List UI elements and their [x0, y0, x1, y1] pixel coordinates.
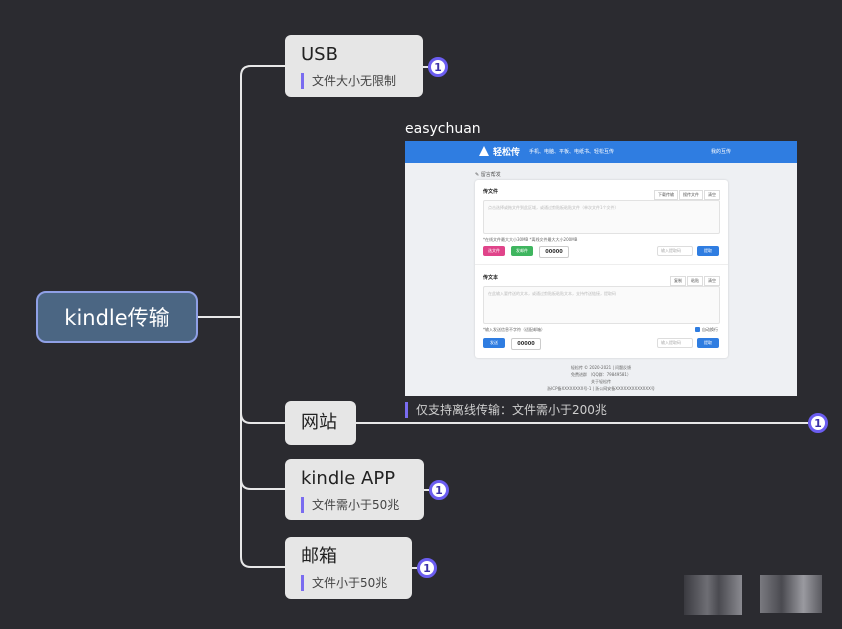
- file-dropzone: 点击选择或拖文件到此区域，或通过剪贴板粘贴文件（单次文件1个文件）: [483, 200, 720, 234]
- site-logo: 轻松传: [479, 145, 520, 158]
- text-limit-text: *输入发送信息不字符（适配邮箱）: [483, 327, 545, 332]
- text-get-button: 提取: [697, 338, 719, 348]
- text-tab-2: 清空: [704, 276, 720, 286]
- file-code: 00000: [539, 246, 569, 258]
- site-hint: ✎ 留言帮发: [475, 172, 501, 178]
- site-nav-right: 我的互传: [710, 149, 731, 155]
- node-usb[interactable]: USB 文件大小无限制: [285, 35, 423, 97]
- checkbox-icon: [695, 327, 700, 332]
- website-note: 仅支持离线传输：文件需小于200兆: [405, 402, 607, 418]
- node-kindle-app[interactable]: kindle APP 文件需小于50兆: [285, 459, 424, 520]
- kindle-app-link-badge-count: 1: [435, 483, 443, 497]
- node-website-title: 网站: [301, 412, 337, 433]
- file-select-button: 选文件: [483, 246, 505, 256]
- file-get-button: 提取: [697, 246, 719, 256]
- site-footer-1: 免费进群 （QQ群：79849581）: [571, 372, 631, 377]
- usb-link-badge-count: 1: [434, 60, 442, 74]
- auto-wrap-check: 自动换行: [695, 327, 718, 333]
- connector-mail: [240, 317, 285, 568]
- website-link-badge[interactable]: 1: [808, 413, 828, 433]
- text-area: 在此输入要传送的文本，或通过剪贴板粘贴文本，支持传送链接，提取码: [483, 286, 720, 324]
- site-footer-2: 关于轻松传: [591, 379, 611, 384]
- text-section-tabs: 复制 粘贴 清空: [670, 276, 720, 286]
- file-limit-text: *在线文件最大大小30MB *离线文件最大大小200MB: [483, 237, 578, 242]
- root-node[interactable]: kindle传输: [36, 291, 198, 343]
- kindle-app-link-badge[interactable]: 1: [429, 480, 449, 500]
- text-tab-0: 复制: [670, 276, 686, 286]
- sailboat-icon: [479, 146, 489, 156]
- text-code-input: 输入提取码: [657, 338, 693, 348]
- site-card: 传文件 下载传输 搜传文件 清空 点击选择或拖文件到此区域，或通过剪贴板粘贴文件…: [475, 180, 728, 358]
- file-tab-2: 清空: [704, 190, 720, 200]
- connector-usb: [240, 65, 285, 317]
- site-footer-3: 浙ICP备XXXXXXXX号-1 | 浙公网安备XXXXXXXXXXXXX号: [547, 386, 655, 391]
- mail-link-badge-count: 1: [423, 561, 431, 575]
- text-section-title: 传文本: [483, 275, 499, 281]
- site-footer-0: 轻松传 © 2020-2021 | 问题反馈: [570, 365, 632, 370]
- file-section-title: 传文件: [483, 189, 499, 195]
- node-mail[interactable]: 邮箱 文件小于50兆: [285, 537, 412, 599]
- auto-wrap-label: 自动换行: [702, 327, 718, 332]
- watermark-mosaic-left: [684, 575, 742, 615]
- website-image-caption: easychuan: [405, 121, 481, 137]
- text-code: 00000: [511, 338, 541, 350]
- file-mail-button: 发邮件: [511, 246, 533, 256]
- node-kindle-app-note: 文件需小于50兆: [301, 497, 408, 513]
- file-section-tabs: 下载传输 搜传文件 清空: [654, 190, 720, 200]
- site-navbar: 轻松传 手机、电脑、平板、电纸书、轻松互传 我的互传: [405, 141, 797, 163]
- website-link-badge-count: 1: [814, 416, 822, 430]
- node-usb-title: USB: [301, 44, 338, 65]
- section-divider: [475, 264, 728, 265]
- file-tab-1: 搜传文件: [679, 190, 703, 200]
- watermark-mosaic-right: [760, 575, 822, 613]
- file-tab-0: 下载传输: [654, 190, 678, 200]
- site-brand: 轻松传: [493, 148, 521, 158]
- text-send-button: 发送: [483, 338, 505, 348]
- connector-kindle-app: [240, 317, 285, 490]
- usb-link-badge[interactable]: 1: [428, 57, 448, 77]
- node-website[interactable]: 网站: [285, 401, 356, 445]
- website-screenshot: 轻松传 手机、电脑、平板、电纸书、轻松互传 我的互传 ✎ 留言帮发 传文件 下载…: [405, 141, 797, 396]
- mail-link-badge[interactable]: 1: [417, 558, 437, 578]
- text-tab-1: 粘贴: [687, 276, 703, 286]
- root-label: kindle传输: [64, 306, 170, 330]
- node-mail-title: 邮箱: [301, 546, 337, 567]
- connector-website: [240, 317, 285, 424]
- node-kindle-app-title: kindle APP: [301, 468, 396, 489]
- node-usb-note: 文件大小无限制: [301, 73, 407, 89]
- node-mail-note: 文件小于50兆: [301, 575, 396, 591]
- file-code-input: 输入提取码: [657, 246, 693, 256]
- site-nav-links: 手机、电脑、平板、电纸书、轻松互传: [529, 149, 615, 155]
